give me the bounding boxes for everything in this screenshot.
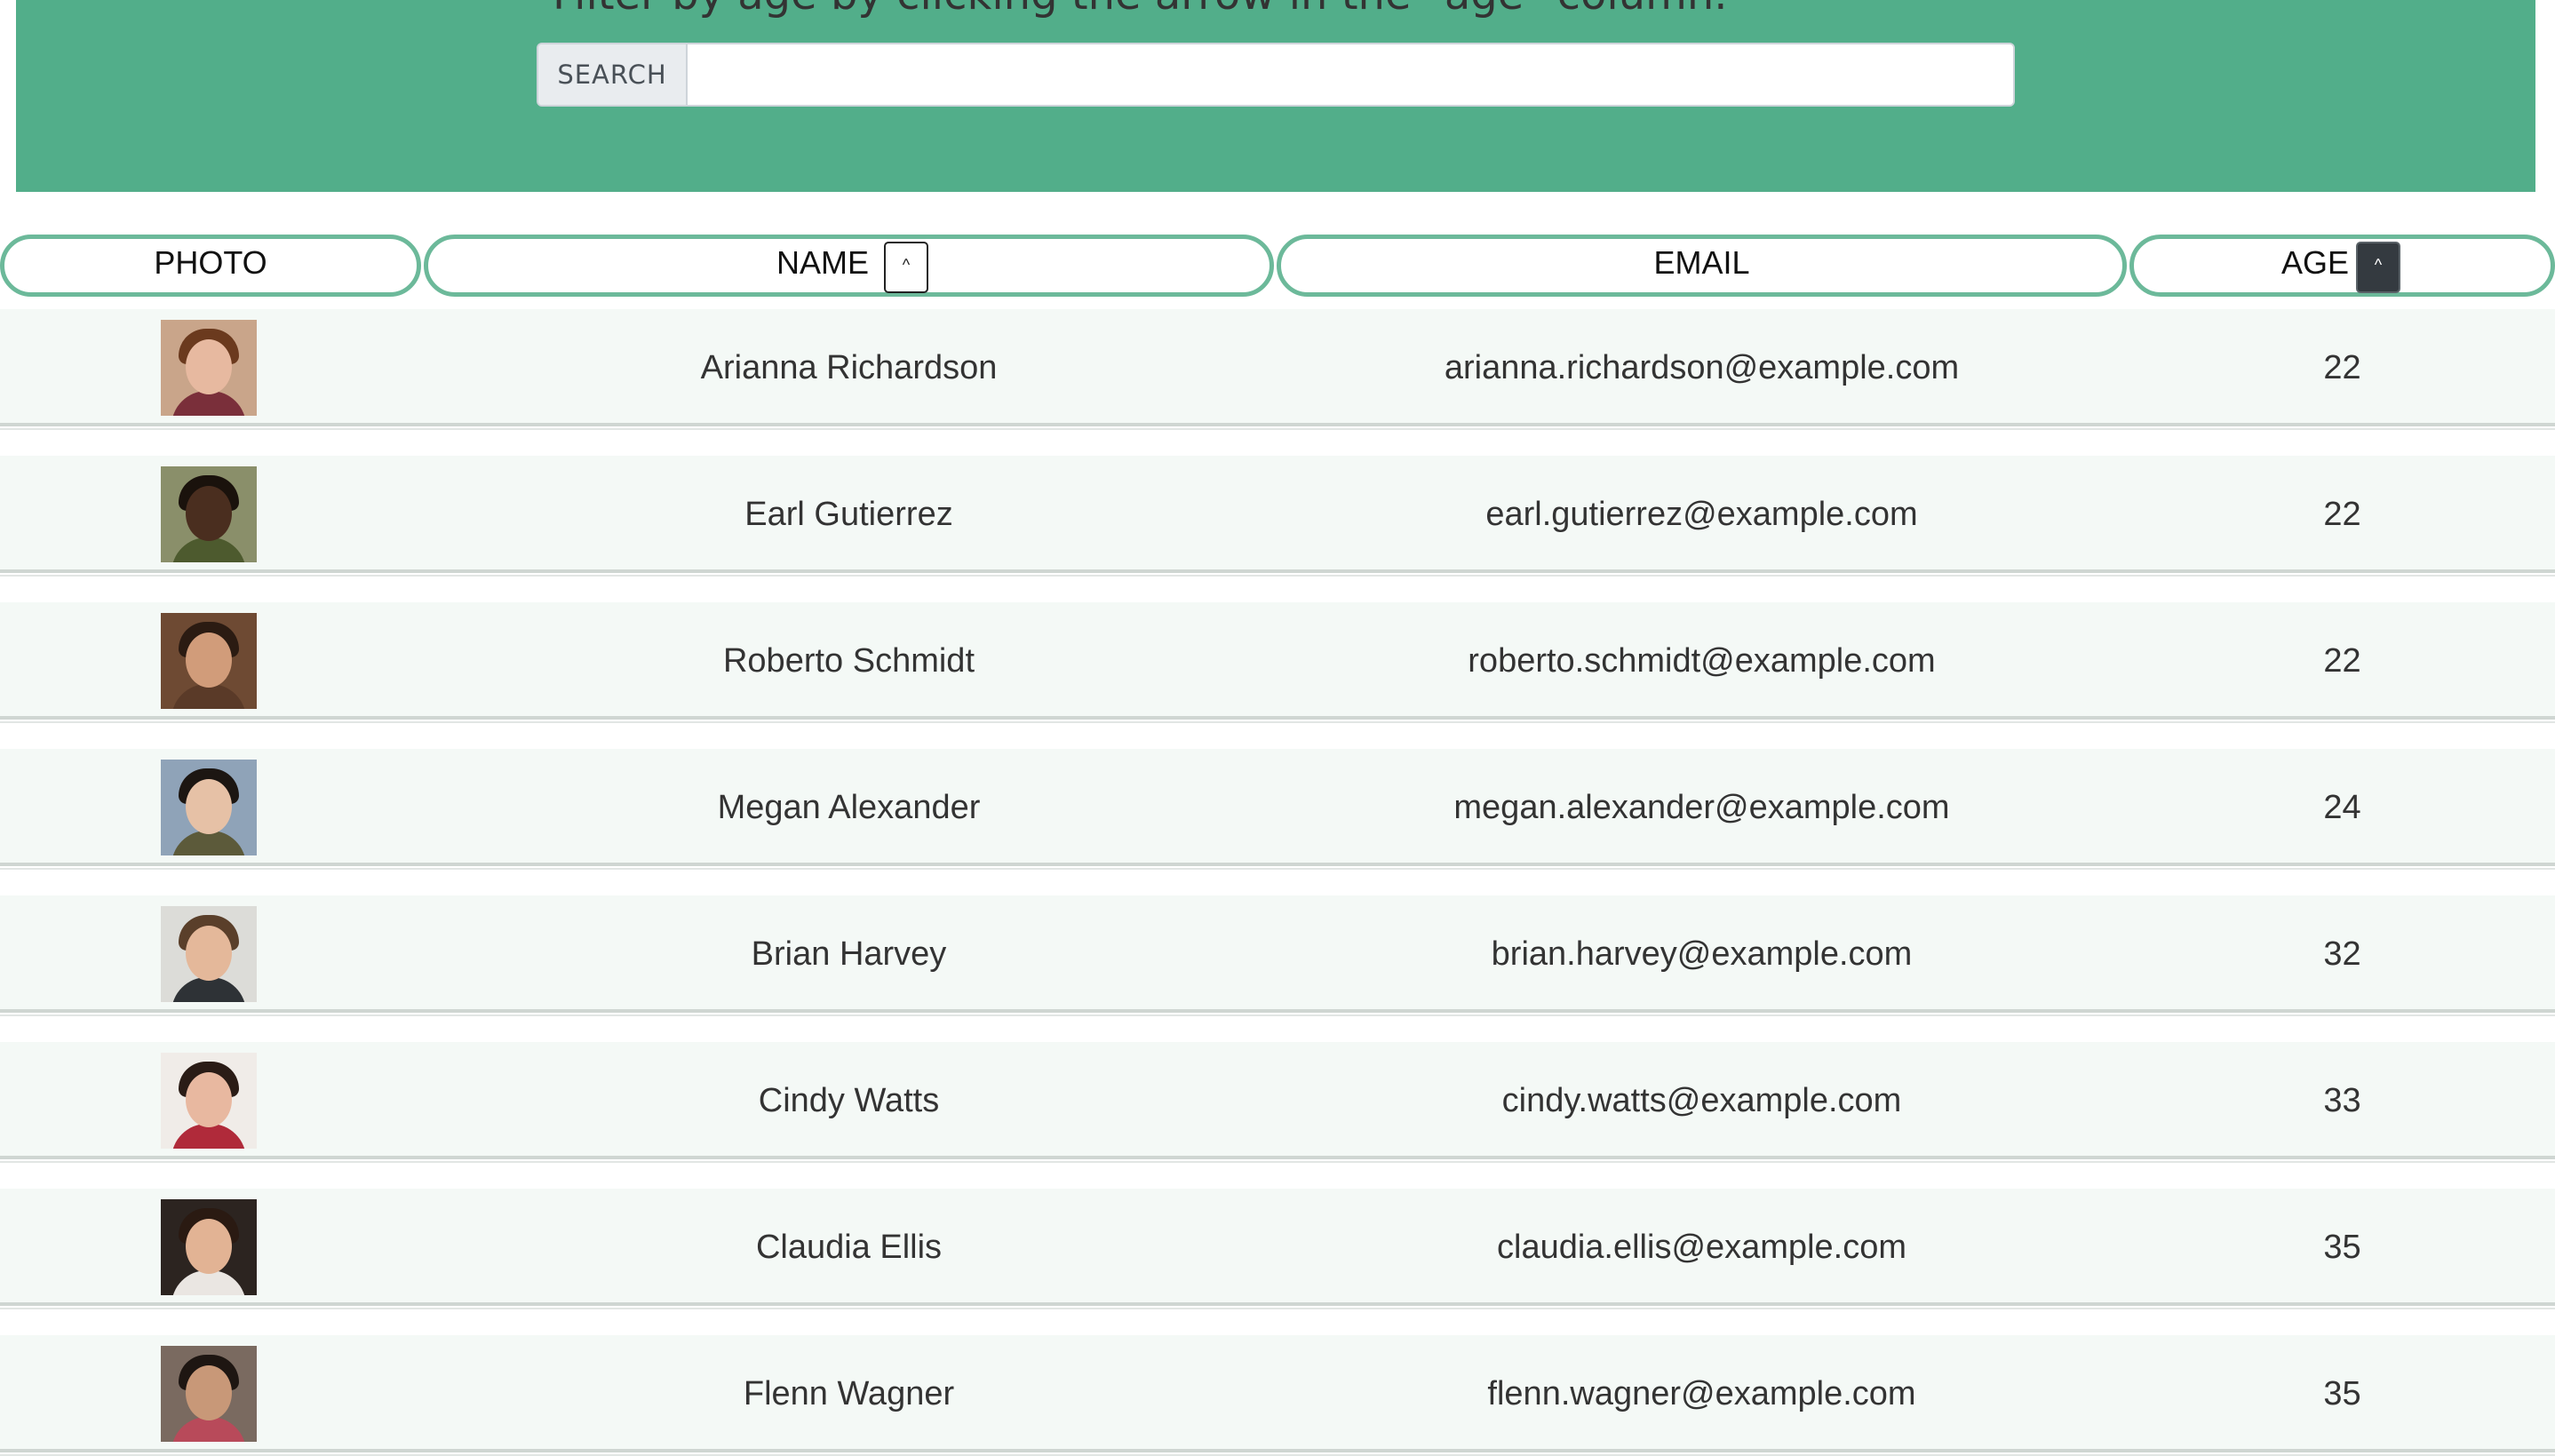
photo-cell [0, 456, 418, 573]
column-header-label: AGE [2281, 244, 2350, 281]
age-cell: 35 [2323, 1228, 2361, 1266]
photo-cell [0, 309, 418, 426]
table-row: Arianna Richardson arianna.richardson@exa… [0, 309, 2555, 430]
avatar-face [186, 633, 232, 688]
column-header-label: EMAIL [1653, 244, 1750, 281]
caret-up-icon: ^ [2374, 256, 2383, 274]
age-cell: 33 [2323, 1081, 2361, 1119]
avatar-face [186, 779, 232, 834]
table-row: Flenn Wagner flenn.wagner@example.com 35 [0, 1335, 2555, 1456]
row-divider [0, 1308, 2555, 1309]
table-header: PHOTO NAME ^ EMAIL AGE ^ [0, 235, 2555, 297]
caret-up-icon: ^ [902, 256, 911, 274]
avatar [161, 613, 257, 709]
table-row: Earl Gutierrez earl.gutierrez@example.com… [0, 456, 2555, 577]
avatar [161, 466, 257, 562]
email-cell: claudia.ellis@example.com [1497, 1228, 1906, 1266]
photo-cell [0, 895, 418, 1013]
table-row: Roberto Schmidt roberto.schmidt@example.c… [0, 602, 2555, 723]
age-cell: 32 [2323, 935, 2361, 973]
email-cell: earl.gutierrez@example.com [1485, 495, 1918, 533]
age-cell: 22 [2323, 641, 2361, 680]
name-cell: Claudia Ellis [755, 1228, 943, 1266]
sort-name-button[interactable]: ^ [884, 242, 928, 293]
avatar-face [186, 339, 232, 394]
name-cell: Earl Gutierrez [744, 495, 953, 533]
photo-cell [0, 749, 418, 866]
name-cell: Flenn Wagner [743, 1374, 955, 1412]
age-cell: 22 [2323, 495, 2361, 533]
photo-cell [0, 1042, 418, 1159]
row-divider [0, 1014, 2555, 1016]
name-cell: Cindy Watts [758, 1081, 940, 1119]
age-cell: 22 [2323, 348, 2361, 386]
avatar-face [186, 1365, 232, 1420]
photo-cell [0, 1335, 418, 1452]
row-divider [0, 575, 2555, 577]
sort-age-button[interactable]: ^ [2356, 242, 2400, 293]
age-cell: 35 [2323, 1374, 2361, 1412]
email-cell: roberto.schmidt@example.com [1468, 641, 1936, 680]
row-divider [0, 1161, 2555, 1163]
name-cell: Roberto Schmidt [722, 641, 975, 680]
column-header-age: AGE ^ [2129, 235, 2555, 297]
email-cell: flenn.wagner@example.com [1487, 1374, 1916, 1412]
name-cell: Megan Alexander [717, 788, 981, 826]
avatar [161, 760, 257, 855]
email-cell: cindy.watts@example.com [1501, 1081, 1902, 1119]
avatar-face [186, 1072, 232, 1127]
instructions-text: Filter by age by clicking the arrow in t… [553, 0, 1728, 20]
table-row: Brian Harvey brian.harvey@example.com 32 [0, 895, 2555, 1016]
row-divider [0, 428, 2555, 430]
name-cell: Arianna Richardson [700, 348, 998, 386]
header-banner: Filter by age by clicking the arrow in t… [16, 0, 2535, 192]
row-divider [0, 868, 2555, 870]
search-input[interactable] [688, 44, 2013, 105]
column-header-label: PHOTO [154, 244, 267, 281]
row-divider [0, 721, 2555, 723]
column-header-name: NAME ^ [424, 235, 1274, 297]
table-row: Cindy Watts cindy.watts@example.com 33 [0, 1042, 2555, 1163]
table-row: Megan Alexander megan.alexander@example.c… [0, 749, 2555, 870]
avatar [161, 320, 257, 416]
email-cell: arianna.richardson@example.com [1444, 348, 1960, 386]
avatar [161, 906, 257, 1002]
name-cell: Brian Harvey [751, 935, 947, 973]
table-row: Claudia Ellis claudia.ellis@example.com 35 [0, 1189, 2555, 1309]
photo-cell [0, 1189, 418, 1306]
avatar [161, 1346, 257, 1442]
avatar-face [186, 926, 232, 981]
age-cell: 24 [2323, 788, 2361, 826]
photo-cell [0, 602, 418, 720]
search-label: SEARCH [538, 44, 688, 105]
search-group: SEARCH [537, 43, 2015, 107]
avatar [161, 1199, 257, 1295]
column-header-photo: PHOTO [0, 235, 421, 297]
avatar-face [186, 1219, 232, 1274]
column-header-email: EMAIL [1277, 235, 2127, 297]
email-cell: brian.harvey@example.com [1491, 935, 1913, 973]
avatar [161, 1053, 257, 1149]
column-header-label: NAME [776, 244, 870, 281]
avatar-face [186, 486, 232, 541]
email-cell: megan.alexander@example.com [1453, 788, 1950, 826]
